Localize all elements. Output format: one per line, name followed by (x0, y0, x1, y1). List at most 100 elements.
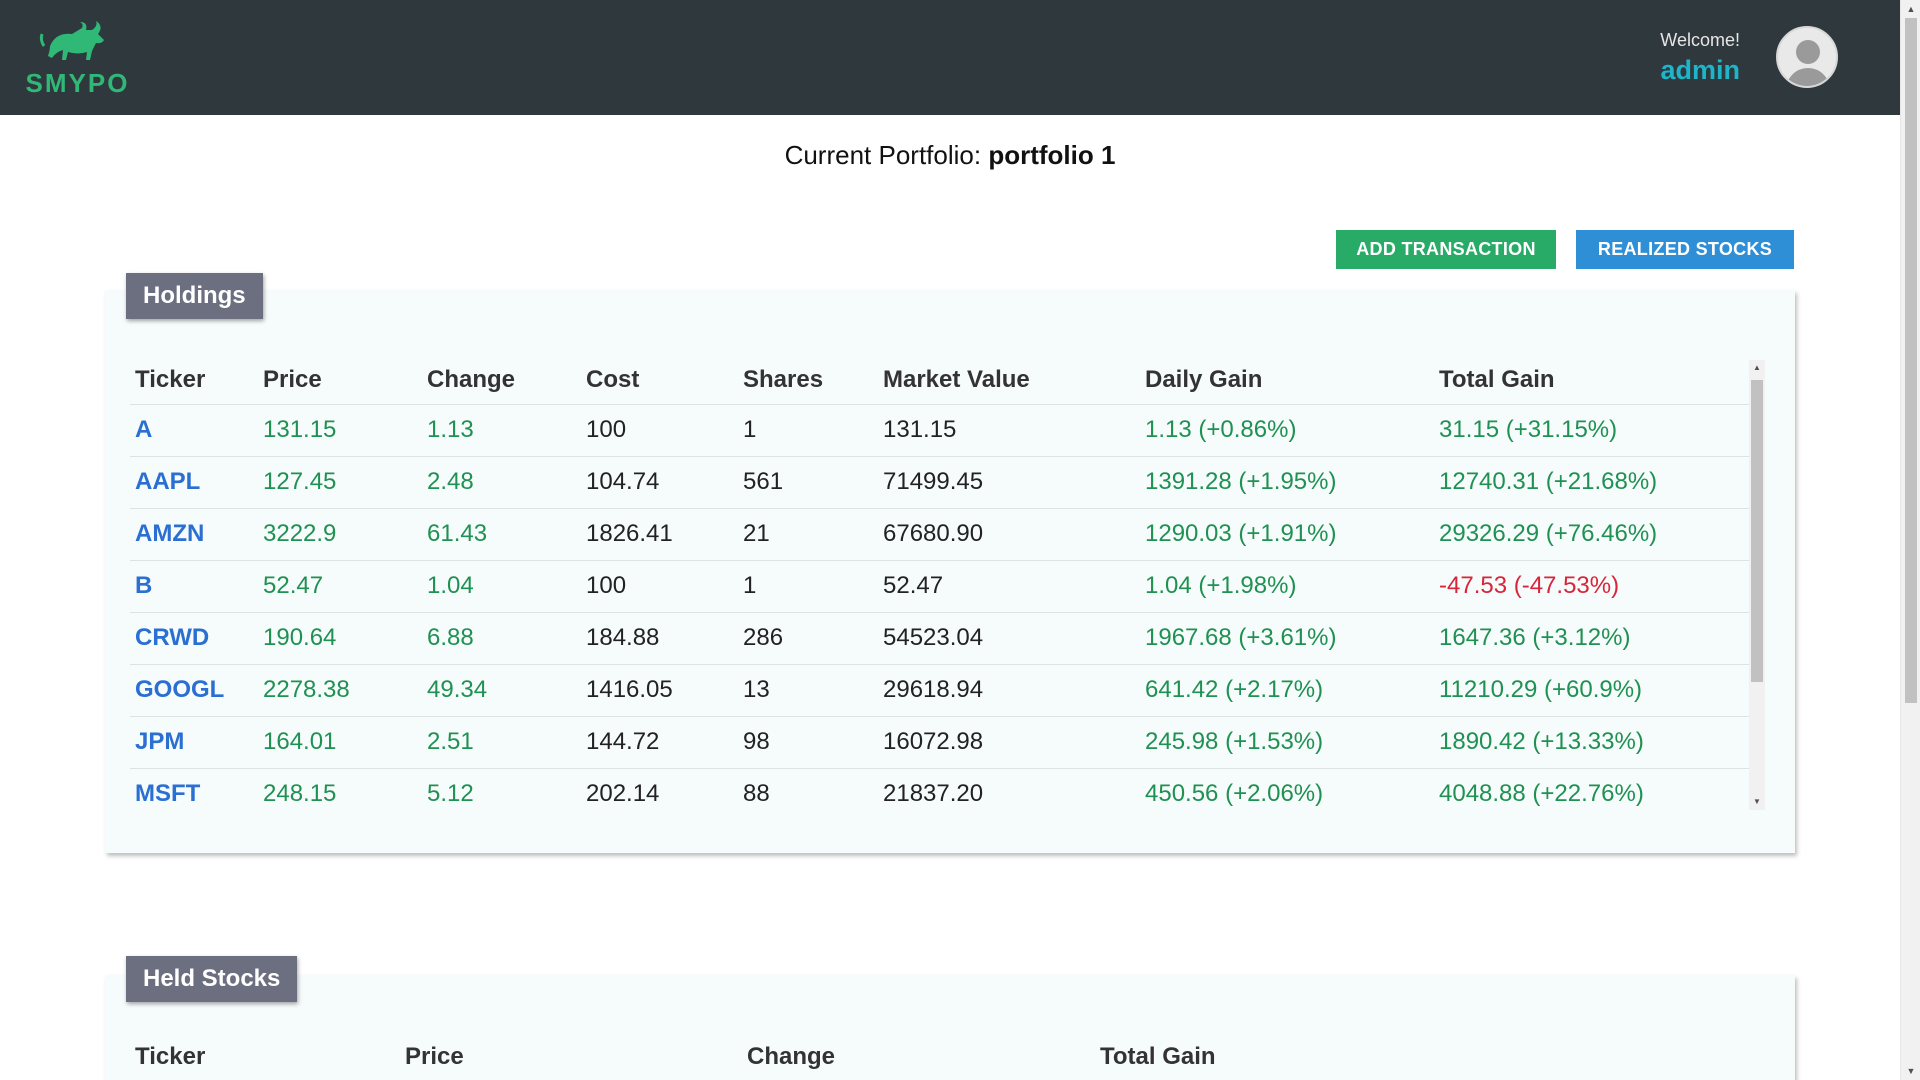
ticker-link[interactable]: AMZN (130, 508, 258, 561)
scroll-up-arrow-icon[interactable]: ▲ (1901, 0, 1920, 18)
bull-logo-icon (39, 21, 104, 60)
column-header-cost[interactable]: Cost (581, 357, 738, 405)
held-stocks-card (105, 975, 1795, 1080)
market-value-cell: 16072.98 (878, 716, 1140, 769)
ticker-link[interactable]: MSFT (130, 768, 258, 812)
add-transaction-button[interactable]: ADD TRANSACTION (1336, 230, 1556, 269)
brand-logo[interactable]: SMYPO (20, 18, 135, 98)
shares-cell: 21 (738, 508, 878, 561)
table-row[interactable]: JPM 164.01 2.51 144.72 98 16072.98 245.9… (130, 716, 1750, 769)
price-cell: 131.15 (258, 404, 422, 457)
welcome-label: Welcome! (1660, 30, 1740, 50)
daily-gain-cell: 1391.28 (+1.95%) (1140, 456, 1434, 509)
price-cell: 2278.38 (258, 664, 422, 717)
market-value-cell: 67680.90 (878, 508, 1140, 561)
table-row[interactable]: AAPL 127.45 2.48 104.74 561 71499.45 139… (130, 456, 1750, 509)
shares-cell: 98 (738, 716, 878, 769)
portfolio-name: portfolio 1 (988, 140, 1116, 170)
column-header-shares[interactable]: Shares (738, 357, 878, 405)
ticker-link[interactable]: A (130, 404, 258, 457)
holdings-table-container[interactable]: Ticker Price Change Cost Shares Market V… (130, 357, 1750, 812)
change-cell: 2.51 (422, 716, 581, 769)
held-column-header-price[interactable]: Price (405, 1043, 464, 1071)
change-cell: 1.04 (422, 560, 581, 613)
cost-cell: 1826.41 (581, 508, 738, 561)
total-gain-cell: -47.53 (-47.53%) (1434, 560, 1750, 613)
total-gain-cell: 12740.31 (+21.68%) (1434, 456, 1750, 509)
daily-gain-cell: 450.56 (+2.06%) (1140, 768, 1434, 812)
cost-cell: 100 (581, 404, 738, 457)
ticker-link[interactable]: CRWD (130, 612, 258, 665)
market-value-cell: 29618.94 (878, 664, 1140, 717)
ticker-link[interactable]: B (130, 560, 258, 613)
column-header-ticker[interactable]: Ticker (130, 357, 258, 405)
held-column-header-total-gain[interactable]: Total Gain (1100, 1043, 1216, 1071)
total-gain-cell: 31.15 (+31.15%) (1434, 404, 1750, 457)
holdings-table: Ticker Price Change Cost Shares Market V… (130, 357, 1750, 812)
column-header-market-value[interactable]: Market Value (878, 357, 1140, 405)
market-value-cell: 54523.04 (878, 612, 1140, 665)
scroll-up-arrow-icon[interactable]: ▲ (1749, 360, 1765, 376)
total-gain-cell: 1647.36 (+3.12%) (1434, 612, 1750, 665)
market-value-cell: 52.47 (878, 560, 1140, 613)
market-value-cell: 71499.45 (878, 456, 1140, 509)
total-gain-cell: 29326.29 (+76.46%) (1434, 508, 1750, 561)
change-cell: 5.12 (422, 768, 581, 812)
change-cell: 6.88 (422, 612, 581, 665)
holdings-scrollbar[interactable]: ▲ ▼ (1749, 360, 1765, 810)
change-cell: 49.34 (422, 664, 581, 717)
table-row[interactable]: MSFT 248.15 5.12 202.14 88 21837.20 450.… (130, 768, 1750, 812)
brand-name: SMYPO (25, 68, 130, 98)
market-value-cell: 131.15 (878, 404, 1140, 457)
total-gain-cell: 11210.29 (+60.9%) (1434, 664, 1750, 717)
column-header-price[interactable]: Price (258, 357, 422, 405)
portfolio-title: Current Portfolio: portfolio 1 (0, 140, 1900, 171)
cost-cell: 1416.05 (581, 664, 738, 717)
ticker-link[interactable]: JPM (130, 716, 258, 769)
shares-cell: 88 (738, 768, 878, 812)
price-cell: 52.47 (258, 560, 422, 613)
daily-gain-cell: 641.42 (+2.17%) (1140, 664, 1434, 717)
total-gain-cell: 4048.88 (+22.76%) (1434, 768, 1750, 812)
table-row[interactable]: CRWD 190.64 6.88 184.88 286 54523.04 196… (130, 612, 1750, 665)
cost-cell: 104.74 (581, 456, 738, 509)
daily-gain-cell: 245.98 (+1.53%) (1140, 716, 1434, 769)
held-column-header-change[interactable]: Change (747, 1043, 835, 1071)
daily-gain-cell: 1967.68 (+3.61%) (1140, 612, 1434, 665)
ticker-link[interactable]: AAPL (130, 456, 258, 509)
scroll-down-arrow-icon[interactable]: ▼ (1901, 1062, 1920, 1080)
column-header-change[interactable]: Change (422, 357, 581, 405)
realized-stocks-button[interactable]: REALIZED STOCKS (1576, 230, 1794, 269)
ticker-link[interactable]: GOOGL (130, 664, 258, 717)
held-stocks-title: Held Stocks (126, 956, 298, 1002)
cost-cell: 100 (581, 560, 738, 613)
change-cell: 2.48 (422, 456, 581, 509)
username[interactable]: admin (1660, 55, 1740, 86)
shares-cell: 286 (738, 612, 878, 665)
page-scrollbar[interactable]: ▲ ▼ (1900, 0, 1920, 1080)
table-row[interactable]: AMZN 3222.9 61.43 1826.41 21 67680.90 12… (130, 508, 1750, 561)
table-row[interactable]: B 52.47 1.04 100 1 52.47 1.04 (+1.98%) -… (130, 560, 1750, 613)
cost-cell: 144.72 (581, 716, 738, 769)
table-row[interactable]: GOOGL 2278.38 49.34 1416.05 13 29618.94 … (130, 664, 1750, 717)
scroll-down-arrow-icon[interactable]: ▼ (1749, 794, 1765, 810)
top-navbar: SMYPO Welcome! admin (0, 0, 1900, 115)
daily-gain-cell: 1.13 (+0.86%) (1140, 404, 1434, 457)
shares-cell: 1 (738, 404, 878, 457)
shares-cell: 13 (738, 664, 878, 717)
cost-cell: 202.14 (581, 768, 738, 812)
market-value-cell: 21837.20 (878, 768, 1140, 812)
column-header-total-gain[interactable]: Total Gain (1434, 357, 1750, 405)
avatar-head (1796, 40, 1820, 64)
held-column-header-ticker[interactable]: Ticker (135, 1043, 205, 1071)
price-cell: 164.01 (258, 716, 422, 769)
page-scrollbar-thumb[interactable] (1905, 18, 1917, 703)
daily-gain-cell: 1290.03 (+1.91%) (1140, 508, 1434, 561)
user-avatar-icon[interactable] (1776, 26, 1838, 88)
holdings-scrollbar-thumb[interactable] (1751, 380, 1763, 682)
table-row[interactable]: A 131.15 1.13 100 1 131.15 1.13 (+0.86%)… (130, 404, 1750, 457)
price-cell: 248.15 (258, 768, 422, 812)
cost-cell: 184.88 (581, 612, 738, 665)
price-cell: 3222.9 (258, 508, 422, 561)
column-header-daily-gain[interactable]: Daily Gain (1140, 357, 1434, 405)
